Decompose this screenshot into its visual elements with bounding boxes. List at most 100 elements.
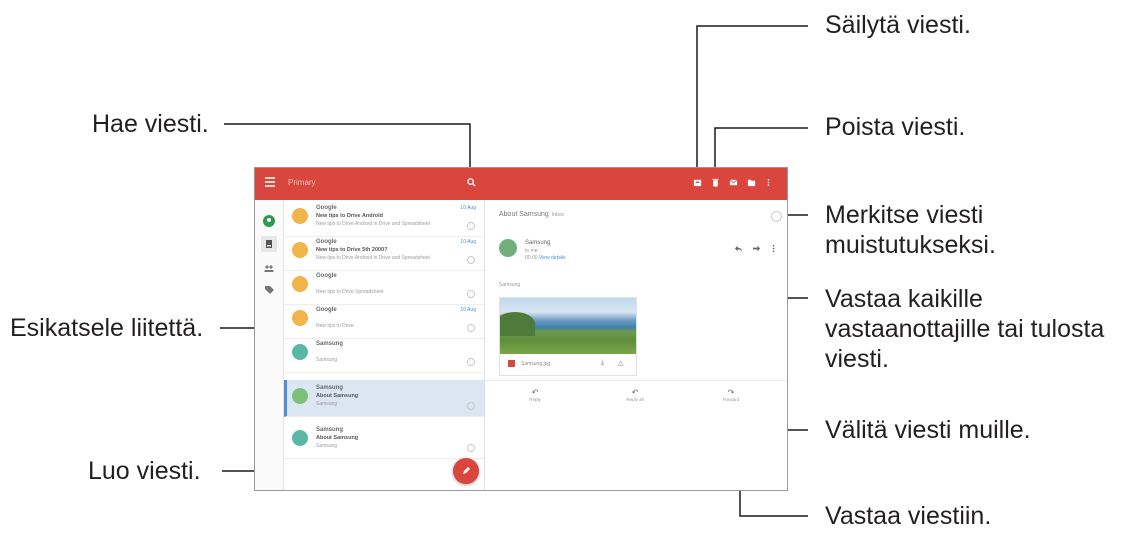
- reply-icon: ↶: [531, 388, 539, 397]
- list-item[interactable]: Google New tips to Drive Android New tip…: [284, 200, 484, 237]
- star-icon[interactable]: [467, 324, 475, 332]
- mail-icon[interactable]: [729, 178, 738, 187]
- list-item[interactable]: Google New tips to Drive 5th 2000? New t…: [284, 234, 484, 271]
- attachment-bar: Samsung.jpg ⤓ △: [500, 354, 636, 375]
- list-item-snippet: Samsung: [316, 401, 338, 407]
- reply-all-button[interactable]: ↶ Reply all: [615, 388, 655, 402]
- avatar: [292, 310, 308, 326]
- forward-button[interactable]: ↷ Forward: [711, 388, 751, 402]
- list-item-subject: About Samsung: [316, 435, 359, 441]
- callout-more-line3: viesti.: [825, 345, 889, 373]
- list-item-sender: Samsung: [316, 341, 344, 347]
- avatar: [292, 388, 308, 404]
- star-icon[interactable]: [467, 402, 475, 410]
- avatar: [292, 344, 308, 360]
- list-item-date: 10 Aug: [460, 307, 476, 313]
- reply-button[interactable]: ↶ Reply: [515, 388, 555, 402]
- sender-avatar: [499, 239, 517, 257]
- archive-icon[interactable]: [693, 178, 702, 187]
- reply-all-icon: ↶: [631, 388, 639, 397]
- attachment-name: Samsung.jpg: [521, 361, 551, 367]
- star-icon[interactable]: [467, 358, 475, 366]
- list-item[interactable]: Samsung About Samsung Samsung: [284, 422, 484, 459]
- list-item[interactable]: Google New tips to Drive 10 Aug: [284, 302, 484, 339]
- callout-keep: Säilytä viesti.: [825, 11, 971, 39]
- line-keep: [696, 25, 808, 177]
- compose-button[interactable]: [453, 458, 479, 484]
- detail-subject-text: About Samsung: [499, 211, 549, 218]
- search-icon[interactable]: [467, 178, 476, 187]
- callout-forward: Välitä viesti muille.: [825, 416, 1031, 444]
- avatar: [292, 276, 308, 292]
- callout-more: Vastaa kaikille vastaanottajille tai tul…: [825, 284, 1104, 374]
- callout-compose: Luo viesti.: [88, 457, 201, 485]
- more-vert-icon[interactable]: [764, 178, 773, 187]
- list-item-sender: Google: [316, 273, 337, 279]
- callout-more-line1: Vastaa kaikille: [825, 285, 983, 313]
- avatar: [292, 208, 308, 224]
- detail-subject-tag: Inbox: [551, 212, 565, 218]
- callout-search: Hae viesti.: [92, 110, 209, 138]
- detail-body: Samsung: [499, 282, 521, 288]
- list-item-sender: Google: [316, 239, 337, 245]
- list-item-date: 10 Aug: [460, 205, 476, 211]
- app-bar: Primary: [255, 168, 787, 200]
- list-item-sender: Google: [316, 205, 337, 211]
- list-item-date: 10 Aug: [460, 239, 476, 245]
- callout-remind: Merkitse viesti muistutukseksi.: [825, 200, 996, 260]
- callout-preview: Esikatsele liitettä.: [10, 314, 204, 342]
- list-item-sender: Samsung: [316, 427, 344, 433]
- view-details-link[interactable]: View details: [539, 255, 566, 261]
- list-item-snippet: Samsung: [316, 443, 338, 449]
- star-icon[interactable]: [467, 256, 475, 264]
- star-icon[interactable]: [467, 444, 475, 452]
- list-item[interactable]: Google New tips to Drive Spreadsheet: [284, 268, 484, 305]
- reply-all-label: Reply all: [626, 397, 644, 402]
- tablet-screen: Primary Google New tips to Drive Android…: [254, 167, 788, 491]
- reply-icon[interactable]: [734, 244, 743, 255]
- callout-remind-line2: muistutukseksi.: [825, 231, 996, 259]
- list-item-sender: Samsung: [316, 385, 344, 391]
- callout-delete: Poista viesti.: [825, 113, 966, 141]
- nav-rail: [255, 200, 284, 490]
- download-icon[interactable]: ⤓: [601, 359, 604, 367]
- list-item-snippet: Samsung: [316, 357, 338, 363]
- more-vert-icon[interactable]: [769, 244, 778, 255]
- list-item-snippet: New tips to Drive Android in Drive and S…: [316, 221, 430, 227]
- list-item-subject: About Samsung: [316, 393, 359, 399]
- image-file-icon: [508, 360, 515, 367]
- callout-remind-line1: Merkitse viesti: [825, 201, 984, 229]
- message-detail: About Samsung Inbox Samsung to me 00:00 V…: [485, 200, 787, 490]
- list-item-subject: New tips to Drive Android: [316, 213, 384, 219]
- app-title: Primary: [288, 178, 316, 187]
- label-tag-icon[interactable]: [263, 283, 275, 295]
- remind-star-icon[interactable]: [771, 211, 782, 222]
- callout-more-line2: vastaanottajille tai tulosta: [825, 315, 1105, 343]
- delete-icon[interactable]: [711, 178, 720, 187]
- list-item-sender: Google: [316, 307, 337, 313]
- star-icon[interactable]: [467, 290, 475, 298]
- forward-icon[interactable]: [752, 244, 761, 255]
- forward-label: Forward: [722, 397, 740, 402]
- move-folder-icon[interactable]: [747, 178, 756, 187]
- inbox-icon[interactable]: [261, 236, 277, 252]
- detail-subject: About Samsung Inbox: [499, 211, 564, 218]
- list-item-selected[interactable]: Samsung About Samsung Samsung: [284, 380, 484, 417]
- avatar: [292, 242, 308, 258]
- reply-label: Reply: [529, 397, 541, 402]
- menu-icon[interactable]: [265, 177, 275, 187]
- social-icon[interactable]: [263, 262, 275, 274]
- attachment-preview[interactable]: Samsung.jpg ⤓ △: [499, 297, 637, 376]
- forward-icon: ↷: [727, 388, 735, 397]
- save-to-drive-icon[interactable]: △: [618, 359, 623, 367]
- star-icon[interactable]: [467, 222, 475, 230]
- avatar: [292, 430, 308, 446]
- list-item-snippet: New tips to Drive Spreadsheet: [316, 289, 384, 295]
- message-list: Google New tips to Drive Android New tip…: [284, 200, 485, 490]
- detail-sender: Samsung: [525, 240, 551, 246]
- attachment-image: [500, 298, 636, 354]
- account-avatar-icon[interactable]: [263, 214, 275, 227]
- list-item-snippet: New tips to Drive Android in Drive and S…: [316, 255, 430, 261]
- list-item[interactable]: Samsung Samsung: [284, 336, 484, 373]
- detail-date: 00:00 View details: [525, 255, 566, 261]
